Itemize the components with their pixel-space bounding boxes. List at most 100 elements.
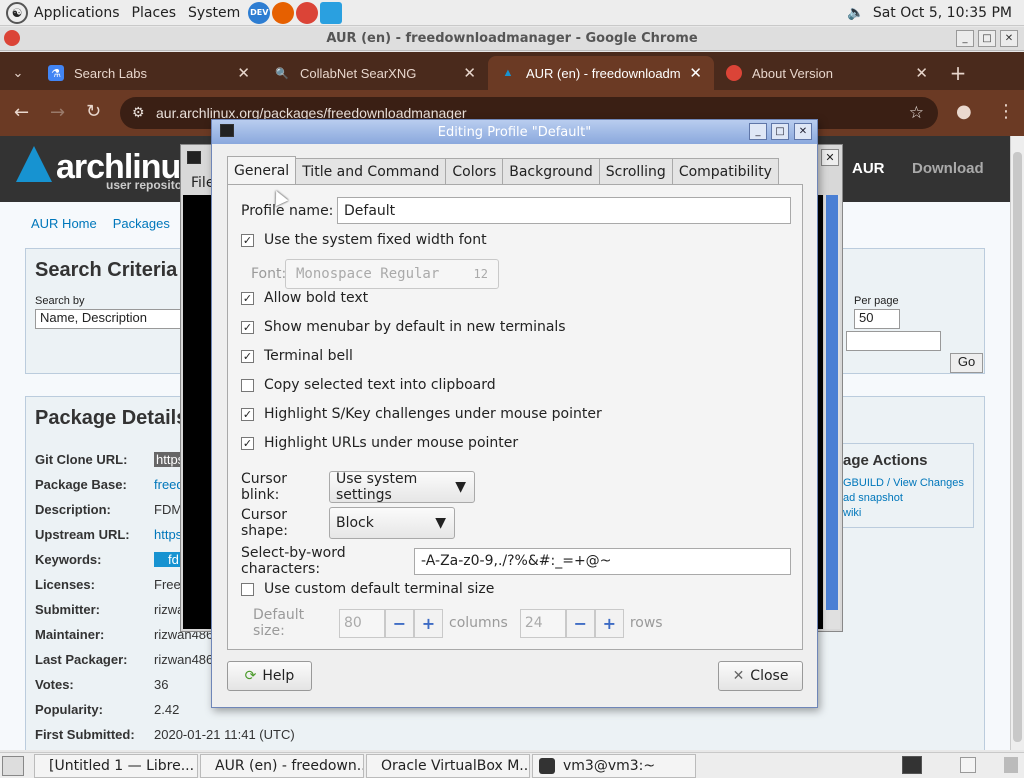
tab-background[interactable]: Background [502,158,600,185]
columns-decrement-button[interactable]: − [385,608,414,638]
taskbar-item[interactable]: [Untitled 1 — Libre... [34,753,198,778]
columns-spinner[interactable]: 80 [339,608,385,638]
tab-close-icon[interactable]: ✕ [237,64,250,82]
taskbar-item[interactable]: vm3@vm3:~ [532,753,696,778]
close-window-button[interactable]: ✕ [1000,30,1018,47]
pkgbuild-link[interactable]: GBUILD / View Changes [843,477,964,489]
minimize-button[interactable]: _ [956,30,974,47]
site-info-icon[interactable]: ⚙ [132,104,145,121]
font-picker-button[interactable]: Monospace Regular 12 [285,259,499,289]
detail-key: Submitter: [35,602,100,617]
rows-spinner[interactable]: 24 [519,608,566,638]
clock[interactable]: Sat Oct 5, 10:35 PM [873,5,1012,21]
dialog-minimize-button[interactable]: _ [749,123,767,140]
workspace-switcher-icon[interactable] [902,756,922,774]
checkbox-icon[interactable]: ✓ [241,291,254,305]
columns-increment-button[interactable]: + [414,608,443,638]
taskbar-item[interactable]: AUR (en) - freedown... [200,753,364,778]
checkbox-icon[interactable]: ✓ [241,233,254,247]
option-checkbox[interactable]: ✓ Highlight URLs under mouse pointer [241,435,518,451]
menu-kebab-icon[interactable]: ⋮ [997,101,1015,122]
detail-value[interactable]: https [154,527,182,542]
forward-arrow-icon[interactable]: → [50,102,65,123]
reload-icon[interactable]: ↻ [86,101,101,122]
workspace-2-icon[interactable] [960,757,976,773]
new-tab-plus-icon[interactable]: + [940,56,976,90]
tab-aur[interactable]: ▲ AUR (en) - freedownloadm ✕ [488,56,714,90]
tab-colors[interactable]: Colors [445,158,504,185]
tab-title-and-command[interactable]: Title and Command [295,158,447,185]
tab-close-icon[interactable]: ✕ [689,64,702,82]
dropdown-arrow-icon: ▼ [435,515,446,531]
taskbar-item[interactable]: Oracle VirtualBox M... [366,753,530,778]
system-menu[interactable]: System [182,5,246,21]
cursor-blink-select[interactable]: Use system settings ▼ [329,471,475,503]
checkbox-label: Highlight URLs under mouse pointer [264,435,519,451]
firefox-launcher-icon[interactable] [272,1,295,24]
nav-download[interactable]: Download [912,160,984,177]
custom-size-checkbox[interactable]: Use custom default terminal size [241,581,494,597]
checkbox-icon[interactable] [241,582,254,596]
volume-icon[interactable]: 🔈 [847,5,864,21]
option-checkbox[interactable]: Copy selected text into clipboard [241,377,496,393]
detail-row: First Submitted: 2020-01-21 11:41 (UTC) [35,727,295,742]
detail-key: Licenses: [35,577,95,592]
checkbox-label: Allow bold text [264,290,369,306]
profile-name-input[interactable]: Default [337,197,791,224]
go-button[interactable]: Go [950,353,983,373]
help-button[interactable]: ⟳ Help [227,661,312,691]
tab-search-chevron-icon[interactable]: ⌄ [0,56,36,90]
terminal-scrollbar[interactable] [824,195,840,629]
page-scrollbar[interactable] [1010,136,1024,750]
chrome-launcher-icon[interactable] [296,1,319,24]
rows-increment-button[interactable]: + [594,608,624,638]
applications-menu[interactable]: Applications [28,5,126,21]
trash-icon[interactable] [1004,757,1018,773]
checkbox-icon[interactable]: ✓ [241,349,254,363]
checkbox-icon[interactable]: ✓ [241,436,254,450]
snapshot-link[interactable]: ad snapshot [843,492,903,504]
tab-search-labs[interactable]: ⚗ Search Labs ✕ [36,56,262,90]
wiki-link[interactable]: wiki [843,507,861,519]
close-button[interactable]: ✕ Close [718,661,803,691]
tab-scrolling[interactable]: Scrolling [598,158,673,185]
nav-aur[interactable]: AUR [852,160,885,177]
profile-icon[interactable]: ● [956,101,972,122]
tab-compatibility[interactable]: Compatibility [671,158,779,185]
tab-about-version[interactable]: About Version ✕ [714,56,940,90]
show-desktop-icon[interactable] [2,755,24,776]
word-chars-input[interactable]: -A-Za-z0-9,./?%&#:_=+@~ [414,547,791,575]
tab-close-icon[interactable]: ✕ [463,64,476,82]
order-select[interactable] [846,331,941,351]
search-by-select[interactable]: Name, Description [35,309,195,329]
back-arrow-icon[interactable]: ← [14,102,29,123]
option-checkbox[interactable]: ✓ Allow bold text [241,290,368,306]
detail-value: FDM [154,502,183,517]
tab-general[interactable]: General [227,156,297,185]
vscode-launcher-icon[interactable] [320,1,343,24]
places-menu[interactable]: Places [126,5,183,21]
option-checkbox[interactable]: ✓ Show menubar by default in new terminal… [241,319,566,335]
rows-decrement-button[interactable]: − [565,608,595,638]
tab-collabnet-searxng[interactable]: 🔍 CollabNet SearXNG ✕ [262,56,488,90]
dialog-close-button[interactable]: ✕ [794,123,812,140]
terminal-close-button[interactable]: ✕ [821,149,839,166]
tab-close-icon[interactable]: ✕ [915,64,928,82]
debian-logo-icon[interactable]: ☯ [6,1,28,24]
bookmark-star-icon[interactable]: ☆ [909,103,924,123]
packages-link[interactable]: Packages [113,216,170,231]
use-system-font-checkbox[interactable]: ✓ Use the system fixed width font [241,232,487,248]
option-checkbox[interactable]: ✓ Terminal bell [241,348,353,364]
checkbox-icon[interactable]: ✓ [241,320,254,334]
checkbox-icon[interactable] [241,378,254,392]
cursor-shape-select[interactable]: Block ▼ [329,507,455,539]
chrome-dev-launcher-icon[interactable]: DEV [248,1,271,24]
checkbox-icon[interactable]: ✓ [241,407,254,421]
per-page-select[interactable]: 50 [854,309,900,329]
maximize-button[interactable]: □ [978,30,996,47]
detail-key: Git Clone URL: [35,452,128,467]
dialog-maximize-button[interactable]: □ [771,123,789,140]
option-checkbox[interactable]: ✓ Highlight S/Key challenges under mouse … [241,406,602,422]
search-labs-icon: ⚗ [48,65,64,81]
aur-home-link[interactable]: AUR Home [31,216,97,231]
